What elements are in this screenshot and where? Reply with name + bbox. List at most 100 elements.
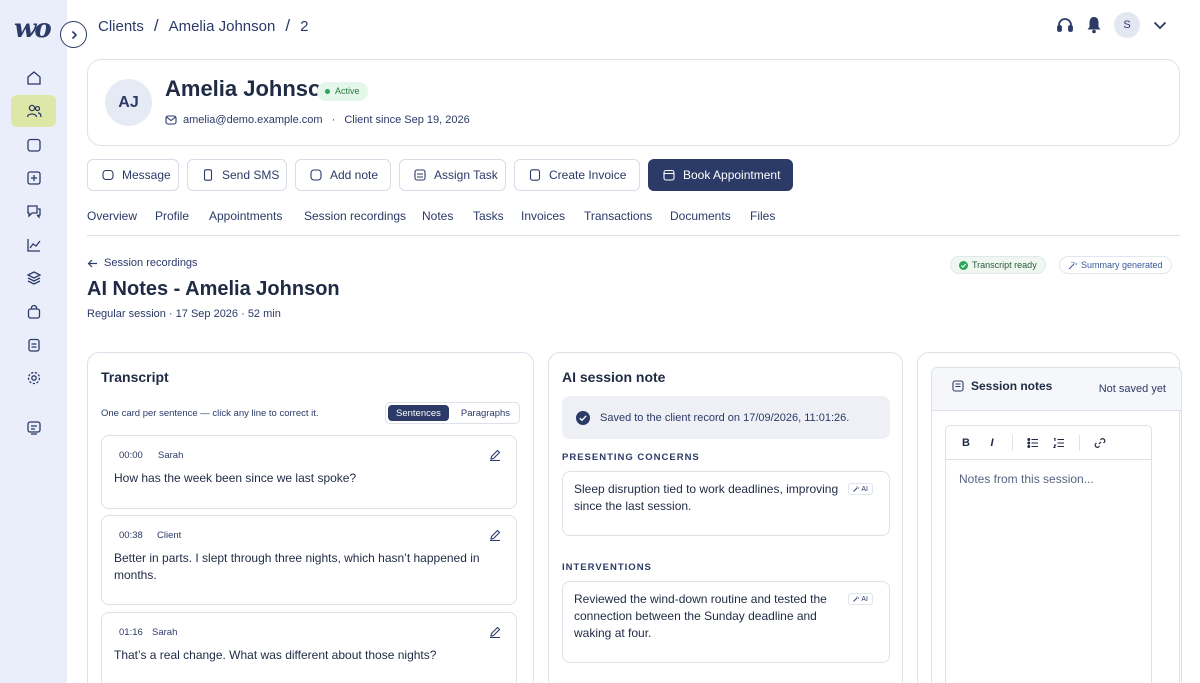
notebook-icon (952, 380, 964, 392)
add-note-button[interactable]: Add note (295, 159, 391, 191)
ai-tag: AI (848, 593, 873, 605)
assign-task-button[interactable]: Assign Task (399, 159, 506, 191)
tab-files[interactable]: Files (750, 209, 775, 223)
client-name: Amelia Johnson (165, 76, 335, 101)
client-email[interactable]: amelia@demo.example.com (183, 114, 323, 126)
line-text: That’s a real change. What was different… (114, 648, 437, 662)
saved-banner: Saved to the client record on 17/09/2026… (562, 396, 890, 439)
chart-icon (26, 239, 41, 252)
book-appointment-button[interactable]: Book Appointment (648, 159, 793, 191)
box-icon (26, 171, 41, 185)
tab-notes[interactable]: Notes (422, 209, 453, 223)
saved-text: Saved to the client record on 17/09/2026… (600, 411, 850, 424)
tab-invoices[interactable]: Invoices (521, 209, 565, 223)
users-icon (26, 104, 42, 118)
breadcrumb-clients[interactable]: Clients (98, 18, 144, 35)
bold-button[interactable]: B (960, 437, 972, 449)
transcript-line[interactable]: 00:00 Sarah How has the week been since … (101, 435, 517, 509)
sparkle-icon (853, 486, 860, 492)
bullet-list-icon[interactable] (1027, 437, 1039, 449)
nav-clients[interactable] (11, 95, 56, 127)
nav-settings[interactable] (11, 362, 56, 394)
breadcrumb-separator: / (285, 16, 291, 35)
ai-tag: AI (848, 483, 873, 495)
tab-transactions[interactable]: Transactions (584, 209, 652, 223)
nav-messages[interactable] (11, 195, 56, 227)
nav-forms[interactable] (11, 329, 56, 361)
bell-icon[interactable] (1086, 16, 1102, 34)
toggle-sentences[interactable]: Sentences (388, 405, 449, 421)
book-appointment-label: Book Appointment (683, 168, 781, 182)
send-sms-label: Send SMS (222, 168, 280, 182)
interventions-box[interactable]: Reviewed the wind-down routine and teste… (562, 581, 890, 663)
tab-tasks[interactable]: Tasks (473, 209, 504, 223)
add-note-label: Add note (330, 168, 379, 182)
nav-shop[interactable] (11, 296, 56, 328)
message-button[interactable]: Message (87, 159, 179, 191)
transcript-line[interactable]: 00:38 Client Better in parts. I slept th… (101, 515, 517, 605)
nav-reports[interactable] (11, 229, 56, 261)
transcript-line[interactable]: 01:16 Sarah That’s a real change. What w… (101, 612, 517, 683)
line-text: How has the week been since we last spok… (114, 471, 357, 485)
summary-generated-badge: Summary generated (1059, 256, 1172, 274)
summary-generated-label: Summary generated (1081, 260, 1163, 270)
screen-icon (26, 421, 41, 435)
separator-dot: · (328, 114, 339, 126)
check-circle-icon (959, 260, 968, 270)
sidebar-collapse-button[interactable] (60, 21, 87, 48)
save-status: Not saved yet (1098, 383, 1166, 395)
send-sms-button[interactable]: Send SMS (187, 159, 287, 191)
phone-icon (203, 169, 213, 181)
user-avatar[interactable]: S (1114, 12, 1140, 38)
nav-help[interactable] (11, 412, 56, 444)
client-avatar: AJ (105, 79, 152, 126)
chat-icon (26, 205, 41, 219)
italic-button[interactable]: I (986, 437, 998, 449)
view-toggle: Sentences Paragraphs (385, 402, 520, 424)
ai-note-panel: AI session note Saved to the client reco… (548, 352, 903, 683)
nav-home[interactable] (11, 62, 56, 94)
line-timestamp: 01:16 (119, 627, 143, 638)
tab-profile[interactable]: Profile (155, 209, 189, 223)
status-badge: Active (317, 82, 368, 101)
client-since: Client since Sep 19, 2026 (344, 114, 470, 126)
link-icon[interactable] (1094, 437, 1106, 449)
note-icon (310, 169, 322, 181)
nav-layers[interactable] (11, 262, 56, 294)
presenting-concerns-box[interactable]: Sleep disruption tied to work deadlines,… (562, 471, 890, 536)
edit-icon[interactable] (489, 626, 501, 638)
numbered-list-icon[interactable] (1053, 437, 1065, 449)
nav-calendar[interactable] (11, 129, 56, 161)
message-button-label: Message (122, 168, 171, 182)
toggle-paragraphs[interactable]: Paragraphs (453, 405, 518, 421)
create-invoice-label: Create Invoice (549, 168, 627, 182)
edit-icon[interactable] (489, 529, 501, 541)
notes-placeholder: Notes from this session... (959, 472, 1094, 486)
interventions-text: Reviewed the wind-down routine and teste… (574, 592, 827, 640)
transcript-panel: Transcript One card per sentence — click… (87, 352, 534, 683)
toolbar-divider (1079, 434, 1080, 451)
client-profile-card: AJ Amelia Johnson Active amelia@demo.exa… (87, 59, 1180, 146)
breadcrumb-client[interactable]: Amelia Johnson (169, 18, 276, 35)
app-logo[interactable]: wo (14, 14, 52, 44)
presenting-concerns-text: Sleep disruption tied to work deadlines,… (574, 482, 839, 513)
nav-services[interactable] (11, 162, 56, 194)
breadcrumb-separator: / (153, 16, 159, 35)
tab-documents[interactable]: Documents (670, 209, 731, 223)
create-invoice-button[interactable]: Create Invoice (514, 159, 640, 191)
headset-icon[interactable] (1056, 16, 1074, 34)
notes-editor[interactable]: B I Notes from this session... (945, 425, 1152, 683)
sparkle-icon (1068, 261, 1077, 269)
bag-icon (27, 304, 40, 319)
tab-appointments[interactable]: Appointments (209, 209, 282, 223)
chevron-down-icon[interactable] (1152, 17, 1168, 33)
section-interventions: INTERVENTIONS (562, 562, 652, 573)
tab-overview[interactable]: Overview (87, 209, 137, 223)
breadcrumb: Clients / Amelia Johnson / 2 (98, 16, 308, 36)
session-notes-header: Session notes Not saved yet (932, 368, 1181, 411)
back-to-session-recordings[interactable]: Session recordings (87, 257, 198, 269)
session-meta: Regular session · 17 Sep 2026 · 52 min (87, 308, 281, 320)
tab-session-recordings[interactable]: Session recordings (304, 209, 406, 223)
chevron-right-icon (71, 30, 77, 39)
edit-icon[interactable] (489, 449, 501, 461)
